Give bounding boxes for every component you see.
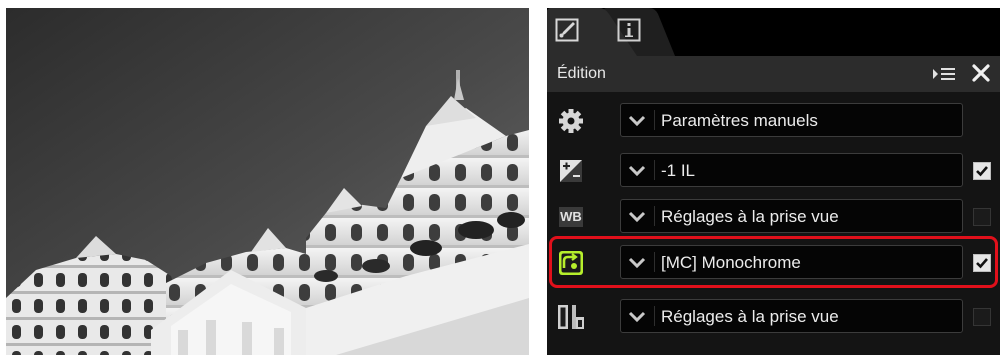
manual-settings-dropdown[interactable]: Paramètres manuels <box>620 103 963 137</box>
tone-value: Réglages à la prise vue <box>661 307 839 326</box>
picture-control-value: [MC] Monochrome <box>661 253 801 272</box>
picture-control-icon <box>555 248 587 278</box>
white-balance-value: Réglages à la prise vue <box>661 207 839 226</box>
exposure-compensation-icon <box>555 156 587 186</box>
checkmark-icon <box>976 258 988 269</box>
panel-title: Édition <box>557 65 606 82</box>
exposure-value: -1 IL <box>661 161 696 180</box>
close-icon[interactable] <box>970 62 992 84</box>
exposure-checkbox[interactable] <box>973 162 991 180</box>
exposure-dropdown[interactable]: -1 IL <box>620 153 963 187</box>
gear-icon <box>555 106 587 136</box>
row-picture-control: [MC] Monochrome <box>547 240 1000 286</box>
row-white-balance: WB Réglages à la prise vue <box>547 194 1000 240</box>
white-balance-icon: WB <box>555 202 587 232</box>
edit-panel: Édition Paramètres manuels -1 IL WB Régl… <box>547 8 1000 355</box>
row-tone: Réglages à la prise vue <box>547 294 1000 340</box>
tone-curve-icon <box>555 302 587 332</box>
chevron-down-icon <box>627 164 647 178</box>
white-balance-checkbox[interactable] <box>973 208 991 226</box>
chevron-down-icon <box>627 114 647 128</box>
checkmark-icon <box>976 166 988 177</box>
building-photo <box>6 8 529 355</box>
row-exposure-compensation: -1 IL <box>547 148 1000 194</box>
picture-control-checkbox[interactable] <box>973 254 991 272</box>
white-balance-dropdown[interactable]: Réglages à la prise vue <box>620 199 963 233</box>
panel-menu-icon[interactable] <box>932 65 956 83</box>
info-icon <box>617 18 641 42</box>
panel-header: Édition <box>547 56 1000 92</box>
chevron-down-icon <box>627 256 647 270</box>
picture-control-dropdown[interactable]: [MC] Monochrome <box>620 245 963 279</box>
edit-brush-icon <box>555 18 579 42</box>
tone-dropdown[interactable]: Réglages à la prise vue <box>620 299 963 333</box>
tone-checkbox[interactable] <box>973 308 991 326</box>
photo-preview <box>6 8 529 355</box>
chevron-down-icon <box>627 310 647 324</box>
chevron-down-icon <box>627 210 647 224</box>
row-manual-settings: Paramètres manuels <box>547 98 1000 144</box>
panel-tab-strip <box>547 8 1000 56</box>
manual-settings-value: Paramètres manuels <box>661 111 818 130</box>
